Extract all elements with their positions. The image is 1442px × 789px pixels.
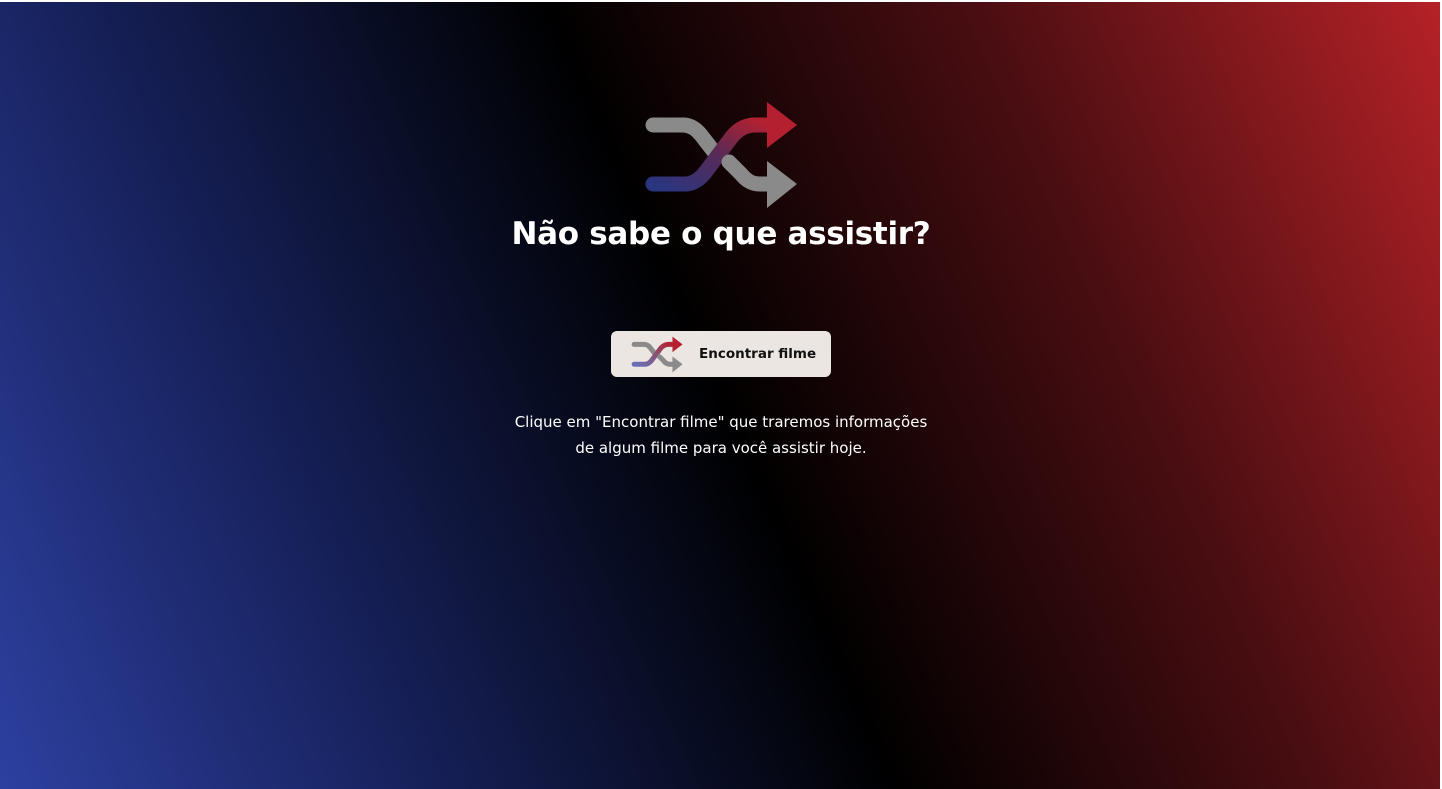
shuffle-icon	[645, 102, 797, 208]
top-border	[0, 0, 1442, 2]
hero-section: Não sabe o que assistir? Encontrar filme…	[0, 100, 1442, 476]
find-movie-button[interactable]: Encontrar filme	[611, 331, 831, 377]
page-title: Não sabe o que assistir?	[511, 216, 931, 252]
description-line-2: de algum filme para você assistir hoje.	[575, 439, 867, 457]
description-line-1: Clique em "Encontrar filme" que traremos…	[514, 413, 928, 431]
find-movie-button-label: Encontrar filme	[699, 346, 817, 362]
shuffle-icon	[631, 336, 683, 372]
description-text: Clique em "Encontrar filme" que traremos…	[491, 409, 951, 461]
